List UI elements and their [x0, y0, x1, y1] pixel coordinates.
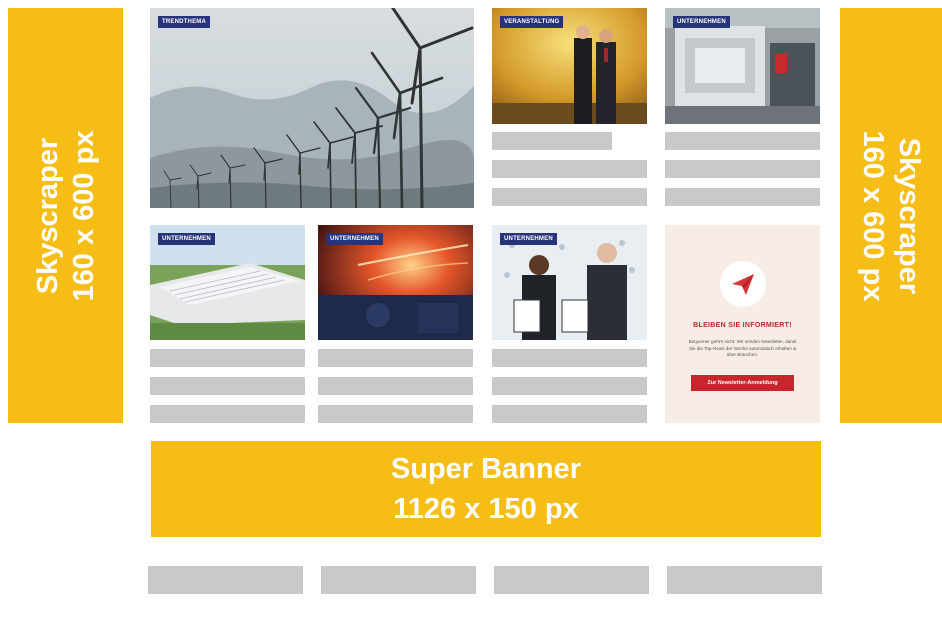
super-banner-title: Super Banner — [390, 453, 582, 485]
skyscraper-left-label: Skyscraper 160 x 600 px — [30, 130, 102, 301]
article-tile-steel[interactable]: UNTERNEHMEN — [318, 225, 473, 340]
text-placeholder-block — [667, 566, 822, 594]
newsletter-signup-card: BLEIBEN SIE INFORMIERT! Bequemer geht's … — [665, 225, 820, 423]
skyscraper-left-title: Skyscraper — [31, 137, 64, 294]
skyscraper-ad-right[interactable]: Skyscraper 160 x 600 px — [840, 8, 942, 423]
text-placeholder-line — [665, 188, 820, 206]
newsletter-description: Bequemer geht's nicht: Wir senden Newsle… — [688, 339, 797, 358]
newsletter-icon-circle — [720, 261, 766, 307]
text-placeholder-line — [492, 349, 647, 367]
category-badge: UNTERNEHMEN — [158, 233, 215, 245]
category-badge: UNTERNEHMEN — [673, 16, 730, 28]
text-placeholder-line — [318, 349, 473, 367]
super-banner-ad[interactable]: Super Banner 1126 x 150 px — [151, 441, 821, 537]
article-tile-award[interactable]: UNTERNEHMEN — [492, 225, 647, 340]
category-badge: TRENDTHEMA — [158, 16, 210, 28]
text-placeholder-line — [318, 377, 473, 395]
text-placeholder-block — [148, 566, 303, 594]
text-placeholder-line — [665, 160, 820, 178]
text-placeholder-line — [492, 377, 647, 395]
category-badge: UNTERNEHMEN — [326, 233, 383, 245]
article-tile-wind-energy[interactable]: TRENDTHEMA — [150, 8, 474, 208]
skyscraper-right-title: Skyscraper — [893, 137, 925, 294]
text-placeholder-line — [318, 405, 473, 423]
article-tile-machine[interactable]: UNTERNEHMEN — [665, 8, 820, 124]
text-placeholder-block — [494, 566, 649, 594]
article-tile-factory[interactable]: UNTERNEHMEN — [150, 225, 305, 340]
paper-plane-icon — [732, 274, 754, 295]
text-placeholder-line — [150, 405, 305, 423]
category-badge: UNTERNEHMEN — [500, 233, 557, 245]
skyscraper-left-size: 160 x 600 px — [67, 130, 100, 301]
text-placeholder-line — [492, 405, 647, 423]
newsletter-title: BLEIBEN SIE INFORMIERT! — [693, 322, 792, 329]
super-banner-size: 1126 x 150 px — [393, 493, 579, 525]
skyscraper-ad-left[interactable]: Skyscraper 160 x 600 px — [8, 8, 123, 423]
text-placeholder-block — [321, 566, 476, 594]
text-placeholder-line — [492, 132, 612, 150]
text-placeholder-line — [150, 377, 305, 395]
newsletter-signup-button[interactable]: Zur Newsletter-Anmeldung — [691, 375, 794, 391]
text-placeholder-line — [492, 188, 647, 206]
text-placeholder-line — [492, 160, 647, 178]
text-placeholder-line — [150, 349, 305, 367]
wind-turbine-image — [150, 8, 474, 208]
skyscraper-right-size: 160 x 600 px — [857, 130, 889, 301]
super-banner-label: Super Banner 1126 x 150 px — [391, 449, 581, 529]
text-placeholder-line — [665, 132, 820, 150]
category-badge: VERANSTALTUNG — [500, 16, 564, 28]
article-tile-event[interactable]: VERANSTALTUNG — [492, 8, 647, 124]
skyscraper-right-label: Skyscraper 160 x 600 px — [855, 130, 927, 301]
